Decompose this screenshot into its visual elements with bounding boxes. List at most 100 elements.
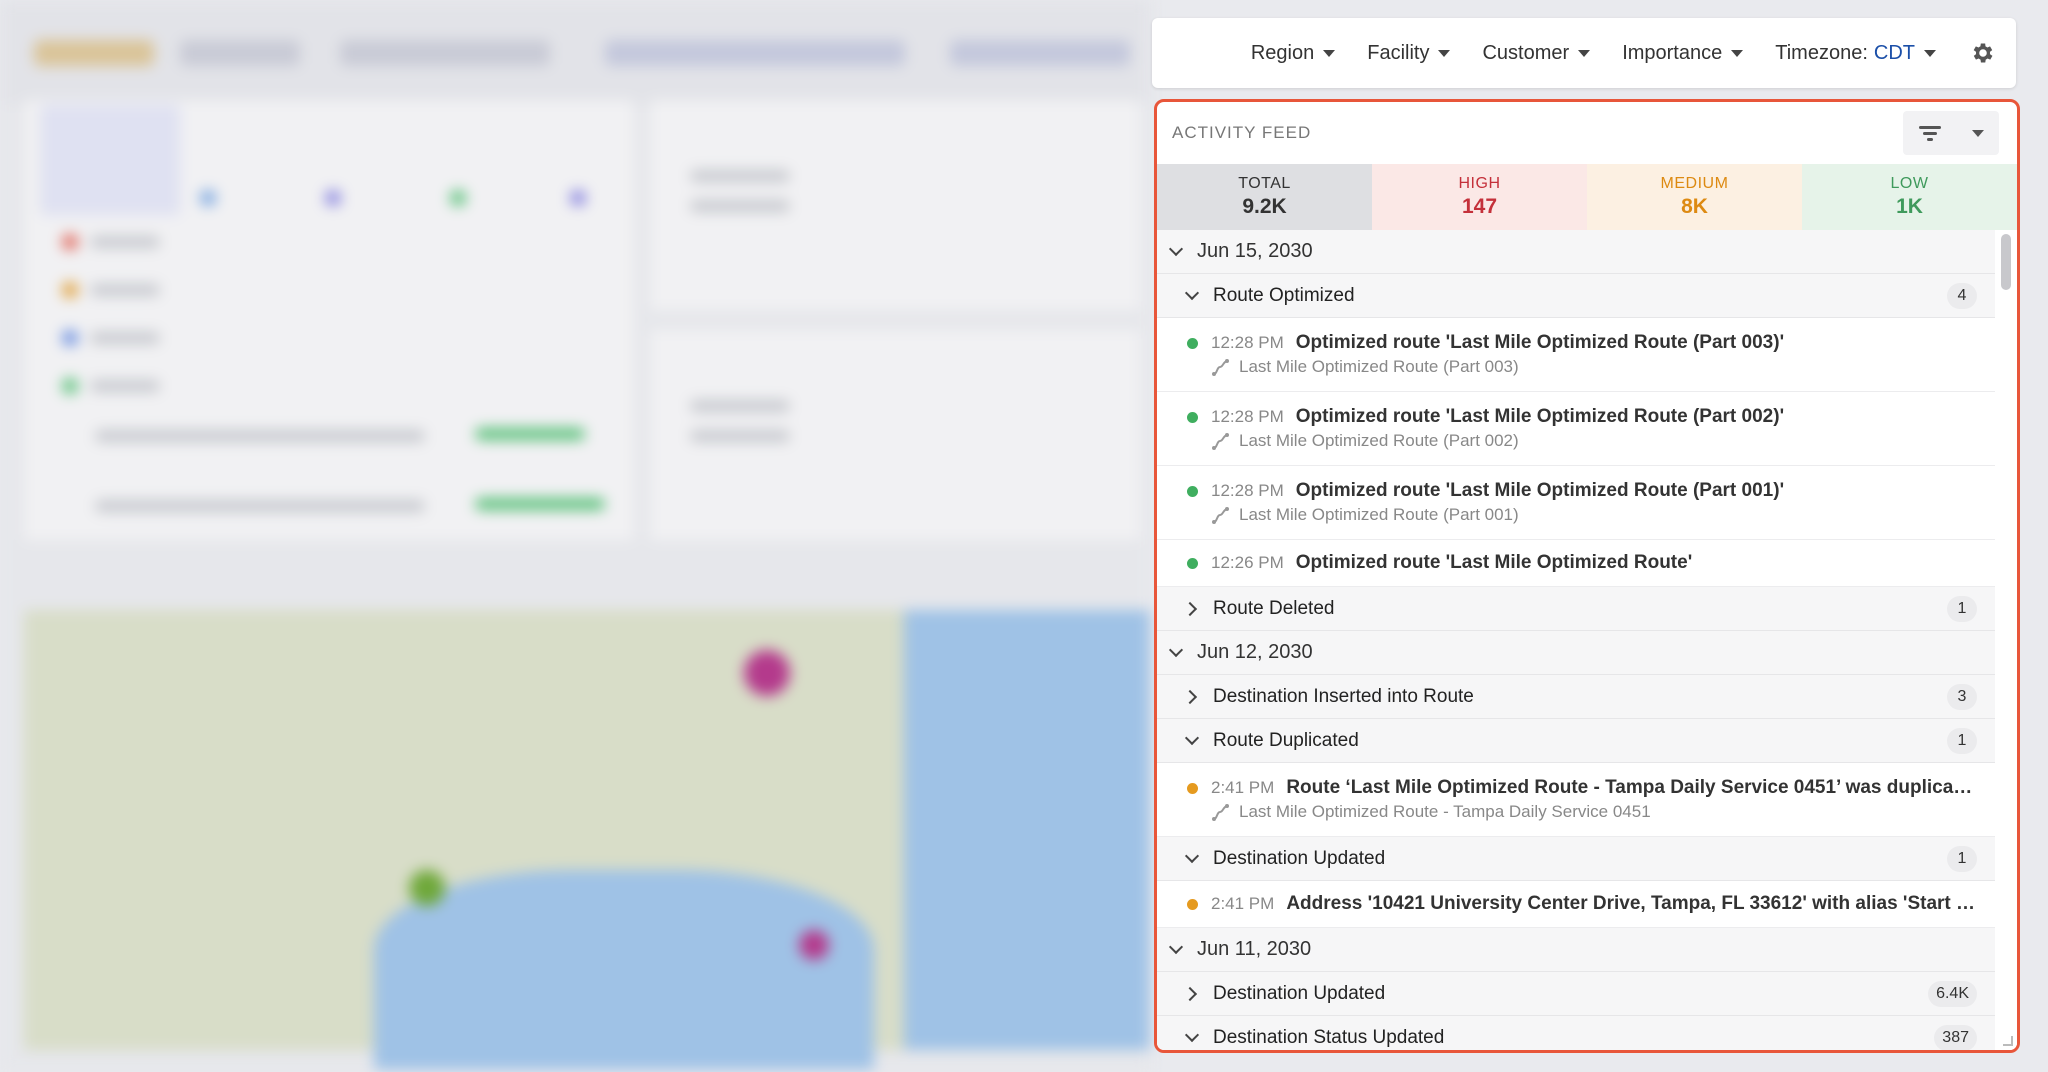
- date-header[interactable]: Jun 15, 2030: [1157, 230, 1995, 274]
- filter-icon: [1918, 123, 1942, 143]
- stat-low-value: 1K: [1896, 195, 1923, 218]
- bg-line: [90, 284, 160, 296]
- feed-scrollbar[interactable]: [1995, 230, 2017, 1050]
- importance-dot: [1187, 898, 1198, 910]
- event-message: Address '10421 University Center Drive, …: [1286, 893, 1977, 914]
- date-header[interactable]: Jun 12, 2030: [1157, 631, 1995, 675]
- event-time: 2:41 PM: [1211, 778, 1275, 797]
- feed-filter-button[interactable]: [1903, 111, 1999, 155]
- chevron-down-icon: [1184, 285, 1200, 300]
- chevron-down-icon: [1184, 1027, 1200, 1042]
- background-dashboard: [0, 0, 1150, 1072]
- stat-low[interactable]: LOW 1K: [1802, 164, 2017, 230]
- event-item[interactable]: 12:26 PM Optimized route 'Last Mile Opti…: [1157, 540, 1995, 587]
- event-item[interactable]: 2:41 PM Address '10421 University Center…: [1157, 881, 1995, 928]
- bg-panel: [40, 105, 180, 215]
- event-message: Optimized route 'Last Mile Optimized Rou…: [1295, 332, 1785, 353]
- bg-cluster: [744, 650, 790, 696]
- timezone-selector[interactable]: Timezone: CDT: [1775, 42, 1936, 65]
- event-item[interactable]: 12:28 PM Optimized route 'Last Mile Opti…: [1157, 318, 1995, 392]
- customer-filter[interactable]: Customer: [1482, 41, 1591, 65]
- activity-feed-panel: ACTIVITY FEED TOTAL 9.2K HIGH 147 MEDIUM…: [1154, 99, 2020, 1053]
- stat-medium-label: MEDIUM: [1660, 175, 1729, 192]
- region-filter-label: Region: [1250, 41, 1315, 64]
- bg-dot: [62, 330, 78, 346]
- feed-title: ACTIVITY FEED: [1172, 123, 1312, 142]
- event-item[interactable]: 2:41 PM Route ‘Last Mile Optimized Route…: [1157, 763, 1995, 837]
- bg-dot: [570, 190, 586, 206]
- event-item[interactable]: 12:28 PM Optimized route 'Last Mile Opti…: [1157, 466, 1995, 540]
- event-group-header[interactable]: Destination Status Updated 387: [1157, 1016, 1995, 1050]
- gear-icon[interactable]: [1970, 40, 1996, 66]
- stat-total-label: TOTAL: [1238, 175, 1291, 192]
- route-icon: [1212, 359, 1229, 376]
- feed-list: Jun 15, 2030 Route Optimized 4 12:28 PM …: [1157, 230, 2017, 1050]
- importance-dot: [1187, 485, 1198, 497]
- chevron-right-icon: [1182, 689, 1198, 704]
- date-label: Jun 11, 2030: [1197, 938, 1312, 960]
- stat-high-label: HIGH: [1458, 175, 1501, 192]
- event-group-header[interactable]: Destination Inserted into Route 3: [1157, 675, 1995, 719]
- route-icon: [1212, 433, 1229, 450]
- event-message: Route ‘Last Mile Optimized Route - Tampa…: [1286, 777, 1977, 798]
- importance-filter[interactable]: Importance: [1622, 42, 1744, 65]
- event-route: Last Mile Optimized Route - Tampa Daily …: [1239, 802, 1651, 821]
- event-group-label: Route Deleted: [1213, 597, 1335, 619]
- count-badge: 4: [1947, 282, 1977, 309]
- event-message: Optimized route 'Last Mile Optimized Rou…: [1295, 480, 1785, 501]
- importance-stats: TOTAL 9.2K HIGH 147 MEDIUM 8K LOW 1K: [1157, 164, 2017, 230]
- event-group-label: Destination Status Updated: [1213, 1026, 1445, 1048]
- scrollbar-thumb[interactable]: [2001, 234, 2011, 290]
- region-filter[interactable]: Region: [1250, 41, 1336, 65]
- date-header[interactable]: Jun 11, 2030: [1157, 928, 1995, 972]
- stat-total-value: 9.2K: [1242, 195, 1287, 218]
- event-group-header[interactable]: Route Optimized 4: [1157, 274, 1995, 318]
- resize-handle-icon[interactable]: [2003, 1036, 2013, 1046]
- bg-logo: [34, 40, 154, 66]
- bg-dot: [450, 190, 466, 206]
- count-badge: 1: [1947, 845, 1977, 872]
- feed-header: ACTIVITY FEED: [1157, 102, 2017, 164]
- event-group-header[interactable]: Route Deleted 1: [1157, 587, 1995, 631]
- chevron-down-icon: [1168, 241, 1184, 256]
- caret-down-icon: [1972, 129, 1984, 137]
- caret-down-icon: [1924, 49, 1936, 57]
- chevron-right-icon: [1182, 986, 1198, 1001]
- event-group-label: Destination Updated: [1213, 847, 1386, 869]
- route-icon: [1212, 507, 1229, 524]
- bg-line: [95, 430, 425, 442]
- chevron-down-icon: [1168, 939, 1184, 954]
- feed-body: Jun 15, 2030 Route Optimized 4 12:28 PM …: [1157, 230, 2017, 1050]
- caret-down-icon: [1578, 49, 1591, 57]
- event-route: Last Mile Optimized Route (Part 003): [1239, 357, 1519, 376]
- bg-chip: [605, 40, 905, 66]
- stat-high[interactable]: HIGH 147: [1372, 164, 1587, 230]
- event-time: 12:28 PM: [1211, 407, 1284, 426]
- facility-filter-label: Facility: [1367, 41, 1430, 64]
- bg-chip: [950, 40, 1130, 66]
- event-time: 12:28 PM: [1211, 481, 1284, 500]
- bg-chip: [180, 40, 300, 66]
- customer-filter-label: Customer: [1482, 41, 1570, 64]
- bg-line: [95, 500, 425, 512]
- bg-dot: [62, 282, 78, 298]
- caret-down-icon: [1323, 49, 1336, 57]
- event-group-label: Destination Inserted into Route: [1213, 685, 1474, 707]
- facility-filter[interactable]: Facility: [1367, 41, 1451, 65]
- importance-dot: [1187, 411, 1198, 423]
- event-group-label: Route Optimized: [1213, 284, 1355, 306]
- event-item[interactable]: 12:28 PM Optimized route 'Last Mile Opti…: [1157, 392, 1995, 466]
- event-group-header[interactable]: Destination Updated 6.4K: [1157, 972, 1995, 1016]
- chevron-down-icon: [1184, 730, 1200, 745]
- event-group-header[interactable]: Destination Updated 1: [1157, 837, 1995, 881]
- event-message: Optimized route 'Last Mile Optimized Rou…: [1295, 406, 1785, 427]
- event-route: Last Mile Optimized Route (Part 001): [1239, 505, 1519, 524]
- stat-medium[interactable]: MEDIUM 8K: [1587, 164, 1802, 230]
- importance-dot: [1187, 557, 1198, 569]
- bg-map: [24, 610, 1150, 1070]
- bg-bar: [475, 428, 585, 440]
- chevron-down-icon: [1184, 848, 1200, 863]
- count-badge: 1: [1947, 727, 1977, 754]
- event-group-header[interactable]: Route Duplicated 1: [1157, 719, 1995, 763]
- stat-total[interactable]: TOTAL 9.2K: [1157, 164, 1372, 230]
